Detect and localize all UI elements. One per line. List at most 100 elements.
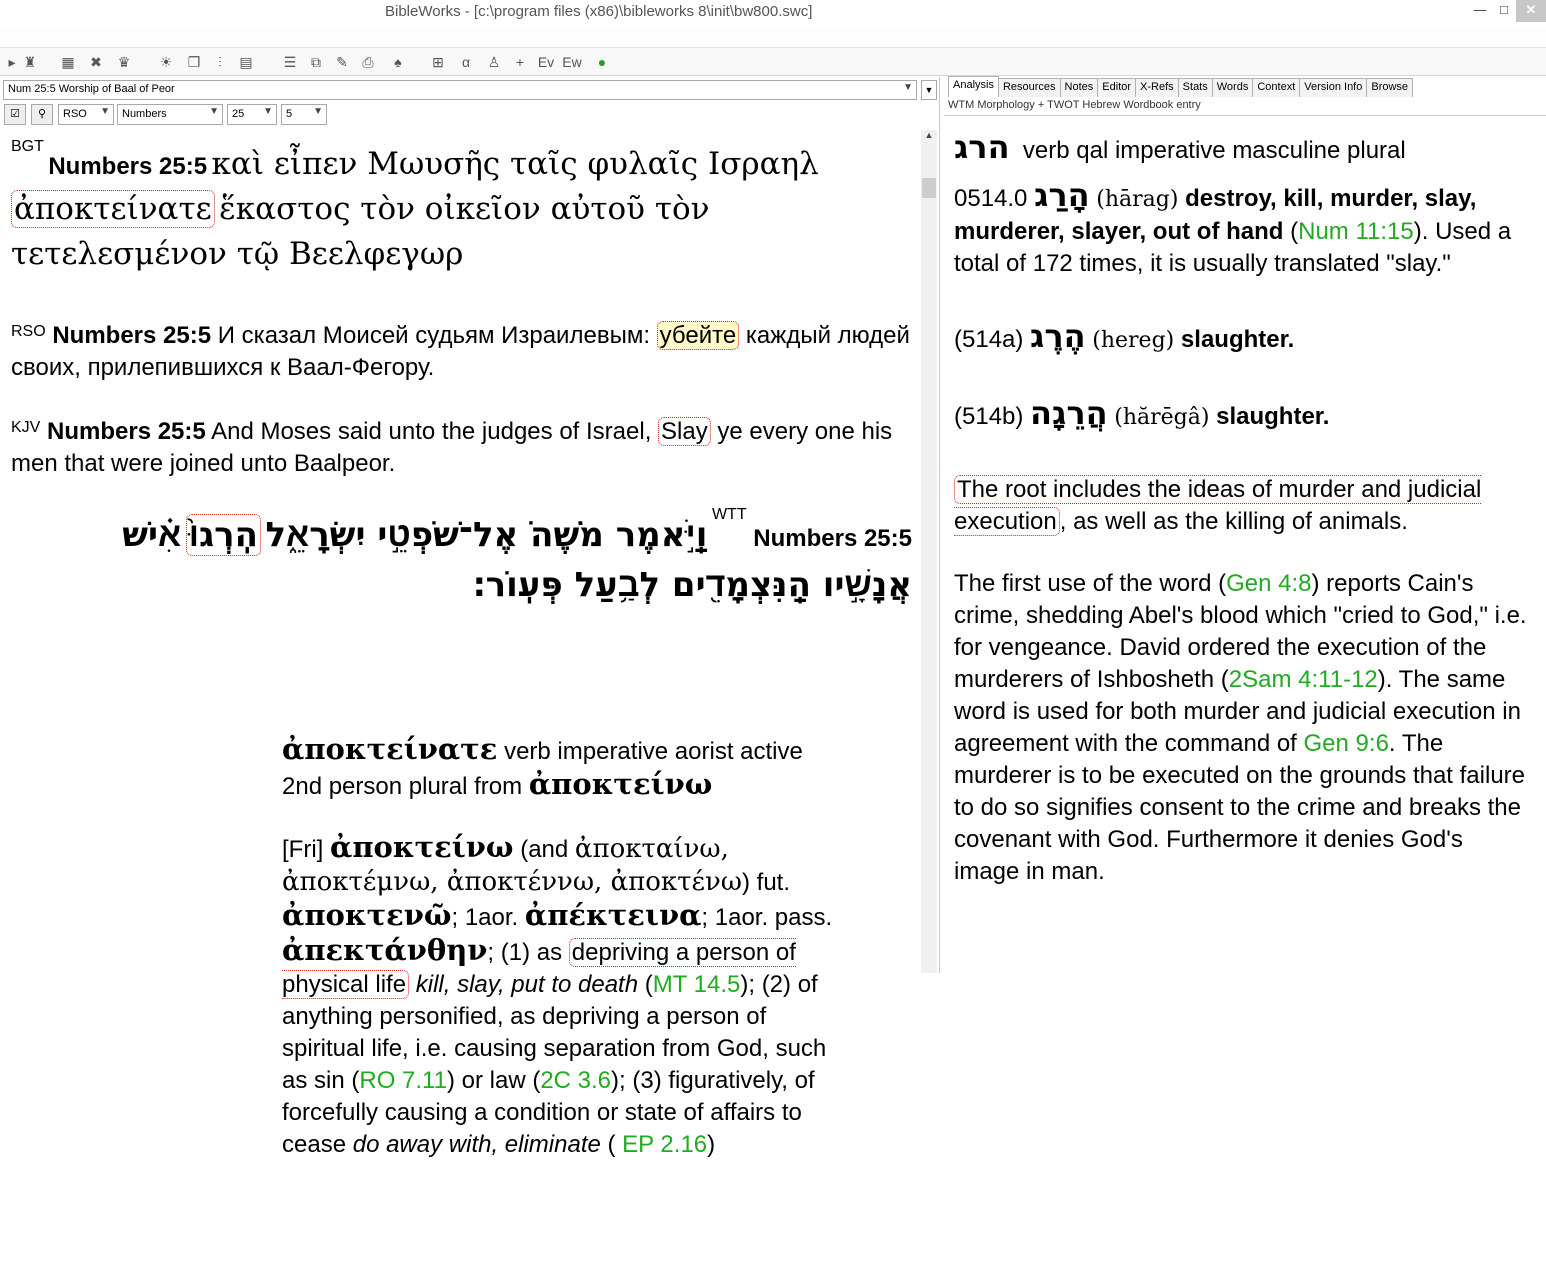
aorist-form: ἀπέκτεινα <box>524 898 702 932</box>
book-combo[interactable]: Numbers ▼ <box>117 104 223 125</box>
sub-entry-b: (514b) הֲרֵגָה (hărēgâ) slaughter. <box>954 397 1534 434</box>
ew-icon[interactable]: Ew <box>562 52 582 72</box>
scripture-link[interactable]: Gen 9:6 <box>1304 730 1389 757</box>
tab-stats[interactable]: Stats <box>1177 78 1213 97</box>
edit-icon[interactable]: ✎ <box>332 52 352 72</box>
highlighted-word[interactable]: ἀποκτείνατε <box>11 190 215 228</box>
print-icon[interactable]: ⎙ <box>358 52 378 72</box>
text: ) or law ( <box>446 1067 541 1094</box>
tab-version-info[interactable]: Version Info <box>1299 78 1368 97</box>
verse-text: And Moses said unto the judges of Israel… <box>211 418 652 445</box>
text: The first use of the word ( <box>954 570 1227 597</box>
verse-history-button[interactable]: ▼ <box>921 80 937 100</box>
tab-browse[interactable]: Browse <box>1366 78 1414 97</box>
parsed-word: ἀποκτείνατε <box>282 732 498 766</box>
tab-words[interactable]: Words <box>1211 78 1254 97</box>
gloss: slaughter. <box>1180 326 1295 353</box>
copy-icon[interactable]: ⧉ <box>306 52 326 72</box>
lexicon-popup: ἀποκτείνατε verb imperative aorist activ… <box>282 733 842 1161</box>
scripture-link[interactable]: 2C 3.6 <box>540 1067 611 1094</box>
divider <box>944 115 1546 116</box>
list-icon[interactable]: ☰ <box>280 52 300 72</box>
search-icon[interactable]: ✖ <box>86 52 106 72</box>
grid-icon[interactable]: ▤ <box>236 52 256 72</box>
highlighted-word[interactable]: убейте <box>656 321 740 350</box>
popup-parse: ἀποκτείνατε verb imperative aorist activ… <box>282 733 842 803</box>
transliteration: (hereg) <box>1092 328 1175 353</box>
tab-xrefs[interactable]: X-Refs <box>1135 78 1179 97</box>
verse-selector[interactable]: Num 25:5 Worship of Baal of Peor ▼ <box>3 80 917 100</box>
scroll-up-icon[interactable]: ▲ <box>921 130 937 146</box>
text-icon[interactable]: α <box>456 52 476 72</box>
version-tag: WTT <box>711 506 747 523</box>
user-icon[interactable]: ♙ <box>484 52 504 72</box>
vertical-scrollbar[interactable]: ▲ <box>921 130 937 973</box>
window-icon[interactable]: ❐ <box>184 52 204 72</box>
entry-number: (514b) <box>954 403 1024 430</box>
text: , as well as the killing of animals. <box>1059 508 1408 535</box>
columns-icon[interactable]: ⫶ <box>210 52 230 72</box>
scripture-link[interactable]: Num 11:15 <box>1298 218 1414 245</box>
plus-icon[interactable]: + <box>510 52 530 72</box>
maximize-button[interactable]: □ <box>1492 0 1516 22</box>
version-tag: BGT <box>11 138 44 155</box>
scripture-link[interactable]: Gen 4:8 <box>1226 570 1311 597</box>
entry-number: 0514.0 <box>954 185 1028 212</box>
sub-entry-a: (514a) הֶרֶג (hereg) slaughter. <box>954 320 1534 357</box>
layout-icon[interactable]: ⊞ <box>428 52 448 72</box>
scripture-link[interactable]: 2Sam 4:11-12 <box>1229 666 1378 693</box>
verse-text: καὶ εἶπεν Μωυσῆς ταῖς φυλαῖς Ισραηλ <box>211 146 819 182</box>
lexicon-tag: [Fri] <box>282 836 324 863</box>
future-form: ἀποκτενῶ <box>282 898 452 932</box>
text: ) <box>707 1131 716 1158</box>
entry-word: הֶרֶג <box>1030 317 1086 355</box>
highlighted-word[interactable]: הִֽרְגוּ֙ <box>185 514 261 556</box>
version-tag: KJV <box>11 419 41 436</box>
ev-icon[interactable]: Ev <box>536 52 556 72</box>
dropdown-icon[interactable]: ▸ <box>2 52 22 72</box>
tab-analysis[interactable]: Analysis <box>948 76 999 97</box>
verse-combo[interactable]: 5 ▼ <box>281 104 327 125</box>
scripture-link[interactable]: EP 2.16 <box>622 1131 707 1158</box>
highlighted-word[interactable]: Slay <box>658 417 711 446</box>
scripture-link[interactable]: RO 7.11 <box>359 1067 447 1094</box>
entry-word: הֲרֵגָה <box>1030 394 1108 432</box>
analysis-tabs: Analysis Resources Notes Editor X-Refs Stats W… <box>948 76 1414 97</box>
close-button[interactable]: ✕ <box>1516 0 1546 22</box>
transliteration: (hārag) <box>1096 187 1179 212</box>
check-icon[interactable]: ☑ <box>4 104 26 125</box>
tab-editor[interactable]: Editor <box>1097 78 1137 97</box>
analysis-window: Analysis Resources Notes Editor X-Refs Stats W… <box>944 76 1546 973</box>
verse-kjv: KJV Numbers 25:5 And Moses said unto the… <box>11 416 911 480</box>
lemma: ἀποκτείνω <box>330 830 514 864</box>
sun-icon[interactable]: ☀ <box>156 52 176 72</box>
gloss: slaughter. <box>1216 403 1330 430</box>
entry-word: הָרַג <box>1034 176 1090 214</box>
minimize-button[interactable]: ― <box>1468 0 1492 22</box>
link-icon[interactable]: ⚲ <box>31 104 53 125</box>
globe-icon[interactable]: ● <box>592 52 612 72</box>
verse-reference: Numbers 25:5 <box>52 322 212 349</box>
text: (and <box>520 836 569 863</box>
tab-resources[interactable]: Resources <box>997 78 1061 97</box>
chevron-down-icon: ▼ <box>903 82 913 93</box>
chapter-combo[interactable]: 25 ▼ <box>227 104 277 125</box>
analysis-subtitle: WTM Morphology + TWOT Hebrew Wordbook en… <box>948 99 1201 111</box>
version-combo[interactable]: RSO ▼ <box>58 104 114 125</box>
twot-entry: 0514.0 הָרַג (hārag) destroy, kill, murd… <box>954 176 1512 277</box>
book-icon[interactable]: ♜ <box>20 52 40 72</box>
version-tag: RSO <box>11 323 46 340</box>
tab-notes[interactable]: Notes <box>1059 78 1099 97</box>
chapter-combo-value: 25 <box>232 108 245 120</box>
verse-reference: Numbers 25:5 <box>48 153 208 180</box>
scrollbar-thumb[interactable] <box>922 178 936 198</box>
tree-icon[interactable]: ♠ <box>388 52 408 72</box>
gloss: kill, slay, put to death <box>415 971 639 998</box>
verse-reference: Numbers 25:5 <box>47 418 206 445</box>
aorist-passive-form: ἀπεκτάνθην <box>282 933 488 967</box>
scripture-link[interactable]: MT 14.5 <box>653 971 741 998</box>
transliteration: (hărēgâ) <box>1114 405 1210 430</box>
tool-icon[interactable]: ♛ <box>114 52 134 72</box>
tab-context[interactable]: Context <box>1252 78 1301 97</box>
filter-icon[interactable]: ▦ <box>58 52 78 72</box>
